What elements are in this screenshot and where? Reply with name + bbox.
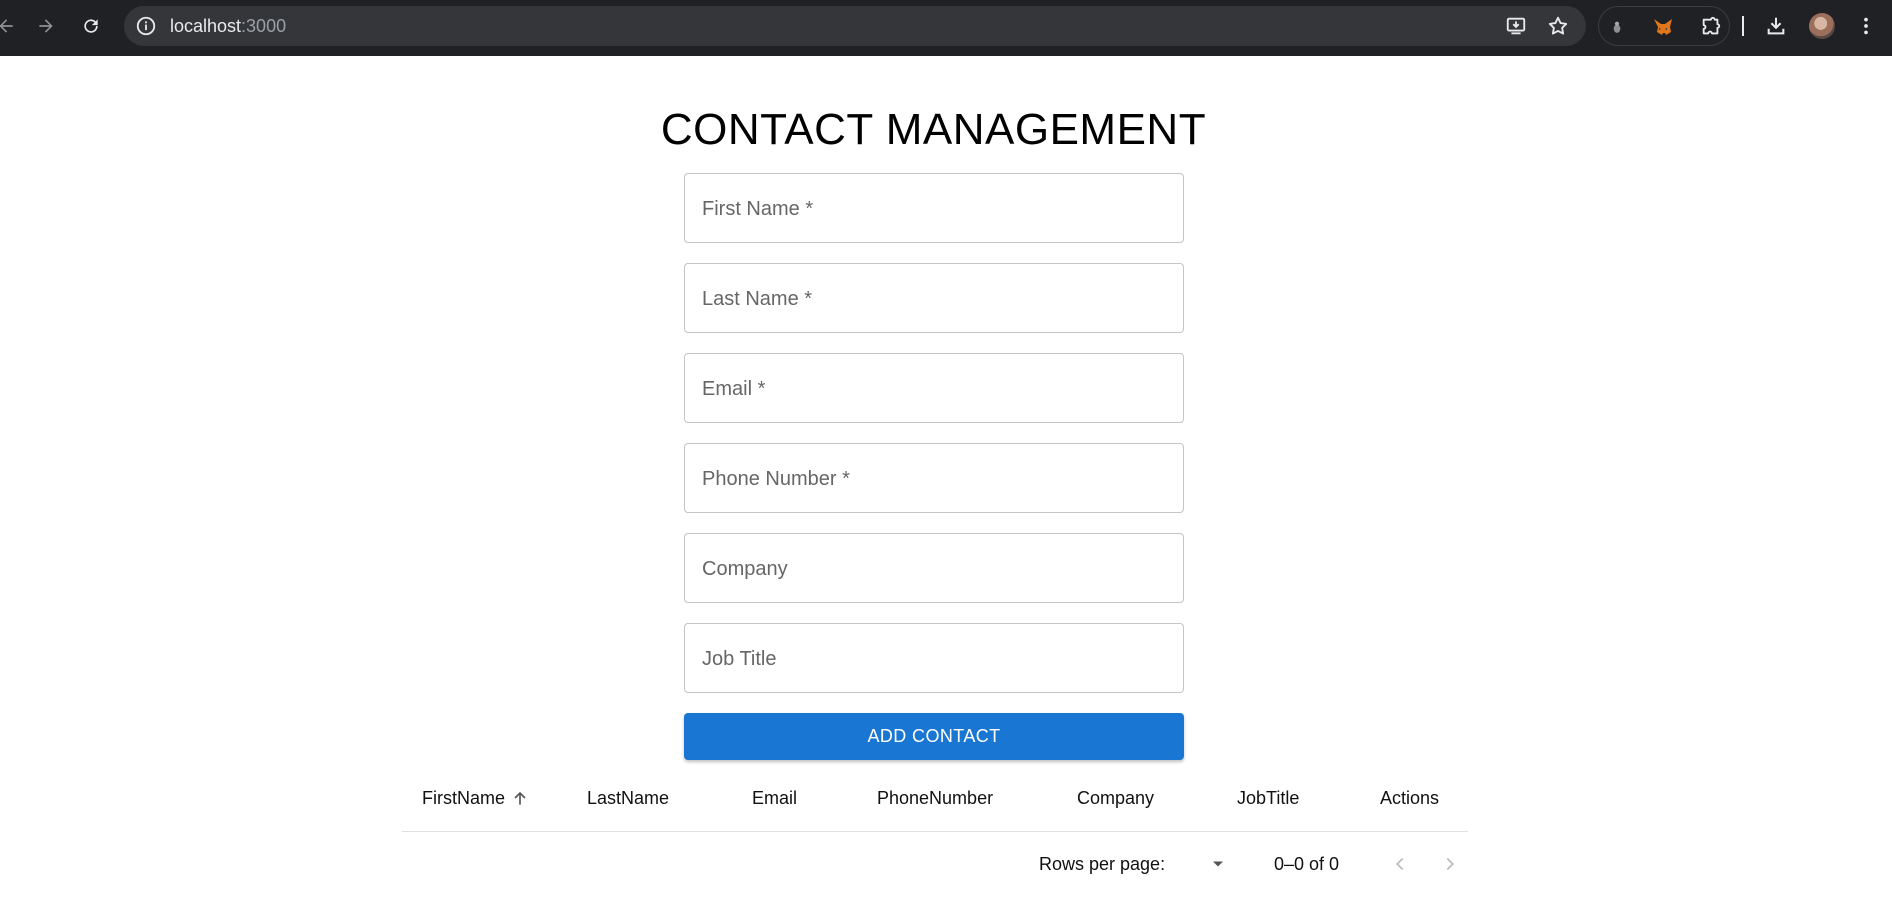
extensions-area xyxy=(1598,6,1730,46)
profile-avatar[interactable] xyxy=(1808,12,1836,40)
install-app-icon[interactable] xyxy=(1504,14,1528,38)
back-icon[interactable] xyxy=(0,12,20,40)
last-name-input[interactable] xyxy=(685,264,1183,332)
first-name-input[interactable] xyxy=(685,174,1183,242)
menu-kebab-icon[interactable] xyxy=(1852,12,1880,40)
phone-number-input[interactable] xyxy=(685,444,1183,512)
phone-number-field[interactable]: Phone Number * xyxy=(684,443,1184,513)
job-title-field[interactable]: Job Title xyxy=(684,623,1184,693)
first-name-field[interactable]: First Name * xyxy=(684,173,1184,243)
email-input[interactable] xyxy=(685,354,1183,422)
url-port: :3000 xyxy=(241,16,287,36)
last-name-field[interactable]: Last Name * xyxy=(684,263,1184,333)
reload-icon[interactable] xyxy=(77,12,105,40)
column-header-company[interactable]: Company xyxy=(1077,786,1154,810)
url-text: localhost:3000 xyxy=(170,16,286,36)
column-header-email[interactable]: Email xyxy=(752,786,797,810)
pagination-range: 0–0 of 0 xyxy=(1274,854,1340,874)
download-icon[interactable] xyxy=(1762,12,1790,40)
rows-per-page-label: Rows per page: xyxy=(1039,854,1166,874)
bookmark-star-icon[interactable] xyxy=(1546,14,1570,38)
contacts-table-header: FirstName LastName Email PhoneNumber Com… xyxy=(402,776,1468,832)
extensions-puzzle-icon[interactable] xyxy=(1699,15,1723,39)
column-header-lastname[interactable]: LastName xyxy=(587,786,669,810)
add-contact-button[interactable]: ADD CONTACT xyxy=(684,713,1184,760)
forward-icon[interactable] xyxy=(32,12,60,40)
avatar-image xyxy=(1809,13,1835,39)
email-field[interactable]: Email * xyxy=(684,353,1184,423)
company-field[interactable]: Company xyxy=(684,533,1184,603)
address-bar[interactable]: localhost:3000 xyxy=(124,6,1586,46)
metamask-fox-icon[interactable] xyxy=(1651,15,1675,39)
column-header-jobtitle[interactable]: JobTitle xyxy=(1237,786,1299,810)
previous-page-icon[interactable] xyxy=(1386,850,1414,878)
page-title: CONTACT MANAGEMENT xyxy=(660,105,1207,154)
extension-icon[interactable] xyxy=(1605,15,1629,39)
site-info-icon[interactable] xyxy=(134,14,158,38)
table-pagination: Rows per page: 0–0 of 0 xyxy=(402,840,1468,890)
url-host: localhost xyxy=(170,16,242,36)
column-header-actions: Actions xyxy=(1380,788,1440,808)
job-title-input[interactable] xyxy=(685,624,1183,692)
browser-toolbar: localhost:3000 xyxy=(0,0,1892,56)
toolbar-separator xyxy=(1742,16,1744,36)
column-header-firstname[interactable]: FirstName xyxy=(422,786,505,810)
sort-ascending-icon[interactable] xyxy=(509,786,531,810)
company-input[interactable] xyxy=(685,534,1183,602)
column-header-phonenumber[interactable]: PhoneNumber xyxy=(877,786,993,810)
next-page-icon[interactable] xyxy=(1436,850,1464,878)
rows-per-page-dropdown-icon[interactable] xyxy=(1204,850,1232,878)
